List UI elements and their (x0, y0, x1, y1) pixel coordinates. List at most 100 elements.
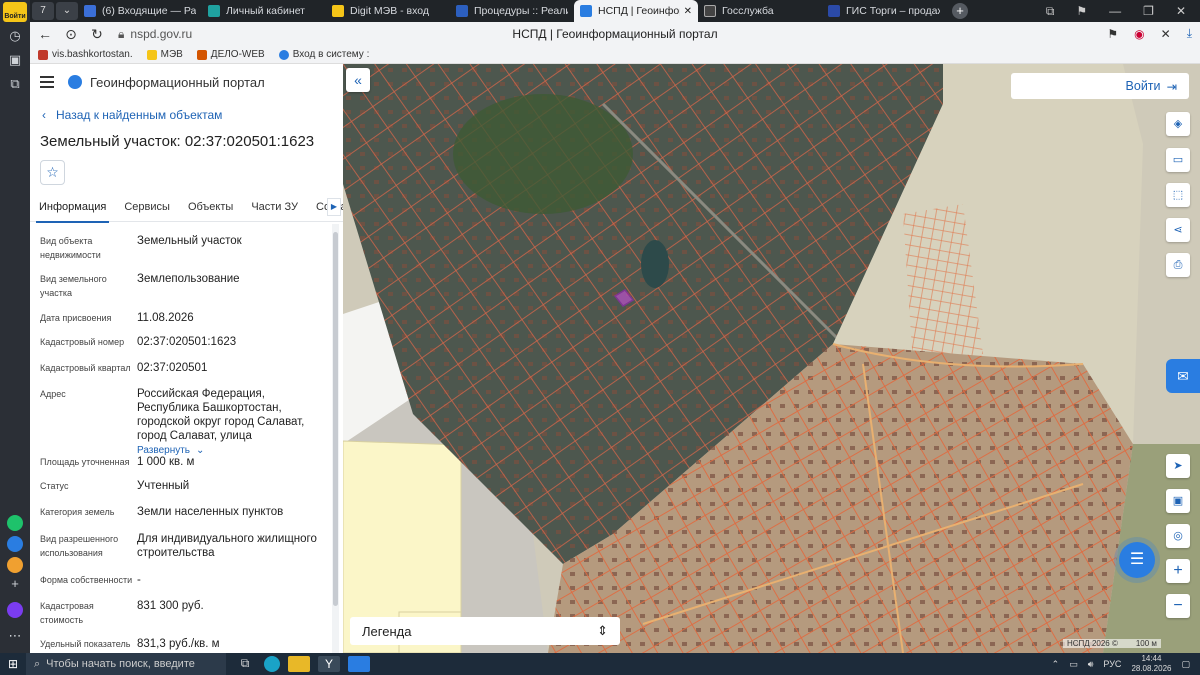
tabs-scroll-right-icon[interactable]: ▶ (327, 198, 341, 216)
clock[interactable]: 14:44 28.08.2026 (1131, 654, 1171, 674)
language-indicator[interactable]: РУС (1103, 659, 1121, 669)
vis-icon (38, 49, 48, 60)
bookmark-mev[interactable]: МЭВ (146, 49, 183, 60)
panel-scrollbar[interactable] (332, 224, 339, 653)
login-button[interactable]: Войти ⇥ (1011, 73, 1189, 99)
tabs-icon[interactable]: ▣ (7, 52, 23, 68)
zoom-out-icon[interactable]: − (1166, 594, 1190, 618)
collections-icon[interactable]: ⧉ (1046, 4, 1055, 19)
satellite-map[interactable] (343, 64, 1200, 653)
yandex-browser-icon[interactable]: Y (318, 656, 340, 672)
bookmark-delo-web[interactable]: ДЕЛО-WEB (196, 49, 265, 60)
new-tab-button[interactable]: + (952, 3, 968, 19)
tab-info[interactable]: Информация (30, 198, 115, 223)
share-icon[interactable]: ⋖ (1166, 218, 1190, 242)
back-arrow-icon[interactable]: ← (34, 26, 56, 42)
attr-row: Вид объекта недвижимости Земельный участо… (40, 235, 242, 260)
downloads-icon[interactable]: ⤓ (1187, 26, 1192, 41)
chat-bot-icon[interactable]: ☰ (1119, 542, 1155, 578)
windows-taskbar: ⊞ ⌕ Чтобы начать поиск, введите ⧉ Y ⌃ ▭ … (0, 653, 1200, 675)
explorer-icon[interactable] (288, 656, 310, 672)
mev-icon (146, 49, 157, 60)
delo-web-icon (196, 49, 207, 60)
minimize-icon[interactable]: — (1109, 4, 1121, 18)
attr-row: Площадь уточненная 1 000 кв. м (40, 456, 195, 468)
legend-panel[interactable]: Легенда ⇕ (350, 617, 620, 645)
minimap-icon[interactable]: ▣ (1166, 489, 1190, 513)
close-window-icon[interactable]: ✕ (1176, 4, 1186, 18)
bookmark-icon[interactable]: ⚑ (1107, 27, 1118, 41)
layers-icon[interactable]: ◈ (1166, 112, 1190, 136)
back-to-results-link[interactable]: ‹ Назад к найденным объектам (42, 108, 222, 122)
attr-row: Кадастровый квартал 02:37:020501 (40, 362, 208, 374)
favorite-star-icon[interactable]: ☆ (40, 160, 65, 185)
notifications-icon[interactable]: ▢ (1181, 659, 1190, 670)
print-icon[interactable]: ⎙ (1166, 253, 1190, 277)
alice-icon[interactable] (7, 515, 23, 531)
add-icon[interactable]: + (7, 576, 23, 592)
geolocation-icon[interactable]: ➤ (1166, 454, 1190, 478)
nspd-icon (580, 5, 592, 17)
screenshot-icon[interactable]: ⧉ (7, 76, 23, 92)
assistant-icon[interactable] (7, 602, 23, 618)
map-view[interactable]: « Войти ⇥ ◈ ▭ ⬚ ⋖ ⎙ ✉ ➤ ▣ ◎ + − ☰ Легенд… (343, 64, 1200, 653)
messenger-icon[interactable] (7, 536, 23, 552)
address-bar: НСПД | Геоинформационный портал ← ⊙ ↻ 🔒︎… (30, 22, 1200, 46)
more-icon[interactable]: ⋯ (7, 628, 23, 644)
bookmark-ribbon-icon[interactable]: ⚑ (1076, 4, 1087, 18)
system-tray: ⌃ ▭ 🔊︎ РУС 14:44 28.08.2026 ▢ (1052, 653, 1190, 675)
mail-icon[interactable] (7, 557, 23, 573)
lock-icon: 🔒︎ (118, 26, 125, 41)
tray-chevron-icon[interactable]: ⌃ (1052, 659, 1060, 670)
app-icon[interactable] (348, 656, 370, 672)
url-field[interactable]: 🔒︎ nspd.gov.ru (118, 27, 192, 42)
task-view-icon[interactable]: ⧉ (234, 656, 256, 672)
history-icon[interactable]: ◷ (7, 28, 23, 44)
select-area-icon[interactable]: ⬚ (1166, 183, 1190, 207)
collapse-panel-icon[interactable]: « (346, 68, 370, 92)
tab-nspd[interactable]: НСПД | Геоинформаци✕ (574, 0, 698, 22)
app-sidebar: Войти ◷ ▣ ⧉ + ⋯ (0, 0, 30, 653)
scroll-thumb[interactable] (333, 232, 338, 606)
taskbar-search[interactable]: ⌕ Чтобы начать поиск, введите (26, 653, 226, 675)
login-icon (278, 49, 289, 60)
edge-icon[interactable] (264, 656, 280, 672)
feedback-icon[interactable]: ✉ (1166, 359, 1200, 393)
ruler-icon[interactable]: ▭ (1166, 148, 1190, 172)
tab-personal-cabinet[interactable]: Личный кабинет (202, 0, 326, 22)
close-tab-icon[interactable]: ✕ (684, 6, 692, 17)
menu-icon[interactable] (40, 76, 54, 88)
tab-digit-mev[interactable]: Digit МЭВ - вход (326, 0, 450, 22)
protect-icon[interactable]: ◉ (1134, 27, 1144, 41)
portal-title[interactable]: Геоинформационный портал (68, 75, 265, 90)
portal-logo-icon (68, 75, 82, 89)
attr-row: Дата присвоения 11.08.2026 (40, 312, 194, 324)
object-info-panel: Геоинформационный портал ‹ Назад к найде… (30, 64, 343, 653)
bookmark-login[interactable]: Вход в систему : (278, 49, 369, 60)
yandex-logo[interactable]: Войти (3, 2, 27, 22)
window-controls: ⧉ ⚑ — ❐ ✕ (1046, 0, 1200, 22)
tab-objects[interactable]: Объекты (179, 198, 242, 222)
tab-count-button[interactable]: 7 (32, 2, 54, 20)
panel-header: Геоинформационный портал (30, 64, 343, 100)
reload-icon[interactable]: ↻ (86, 26, 108, 43)
extension-icon[interactable]: ✕ (1161, 27, 1171, 41)
network-icon[interactable]: ▭ (1069, 659, 1078, 670)
attr-row-address: Адрес Российская Федерация, Республика Б… (40, 387, 330, 456)
bookmark-vis[interactable]: vis.bashkortostan. (38, 49, 133, 60)
tab-gis-torgi[interactable]: ГИС Торги – продажи гос (822, 0, 946, 22)
tab-rambler[interactable]: (6) Входящие — Рамблер (78, 0, 202, 22)
windows-start-icon[interactable]: ⊞ (0, 657, 26, 671)
tab-list-chevron-icon[interactable]: ⌄ (56, 2, 78, 20)
volume-icon[interactable]: 🔊︎ (1088, 659, 1094, 670)
zoom-in-icon[interactable]: + (1166, 559, 1190, 583)
tab-services[interactable]: Сервисы (115, 198, 179, 222)
attr-row: Кадастровый номер 02:37:020501:1623 (40, 336, 237, 348)
tab-gossluzhba[interactable]: Госслужба (698, 0, 822, 22)
yandex-shield-icon[interactable]: ⊙ (60, 26, 82, 43)
tab-parts[interactable]: Части ЗУ (242, 198, 307, 222)
maximize-icon[interactable]: ❐ (1143, 4, 1154, 18)
tab-procedures[interactable]: Процедуры :: Реализация (450, 0, 574, 22)
search-icon: ⌕ (34, 657, 41, 670)
street-view-icon[interactable]: ◎ (1166, 524, 1190, 548)
